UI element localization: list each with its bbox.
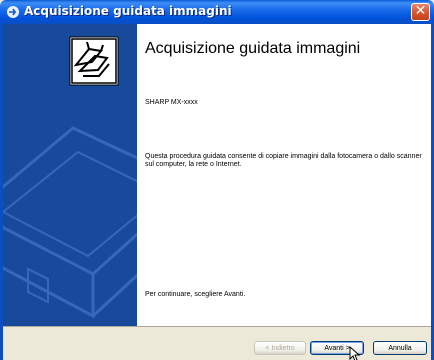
wizard-window: Acquisizione guidata immagini ✕ Acquisiz…	[0, 0, 434, 360]
back-button[interactable]: < Indietro	[254, 341, 306, 355]
cancel-button[interactable]: Annulla	[373, 341, 427, 355]
scanner-watermark-graphic	[3, 24, 137, 326]
wizard-logo-icon	[69, 36, 119, 86]
wizard-description: Questa procedura guidata consente di cop…	[145, 153, 422, 168]
button-bar	[3, 326, 431, 360]
wizard-side-panel	[3, 24, 137, 326]
device-name: SHARP MX-xxxx	[145, 99, 198, 106]
window-title: Acquisizione guidata immagini	[24, 4, 232, 18]
wizard-content: Acquisizione guidata immagini SHARP MX-x…	[137, 24, 431, 326]
close-icon: ✕	[414, 3, 427, 19]
close-button[interactable]: ✕	[411, 3, 430, 21]
title-bar[interactable]: Acquisizione guidata immagini ✕	[0, 0, 434, 24]
mouse-pointer-icon	[349, 346, 361, 360]
wizard-app-icon	[7, 6, 19, 18]
continue-instruction: Per continuare, scegliere Avanti.	[145, 291, 246, 298]
wizard-heading: Acquisizione guidata immagini	[145, 40, 361, 57]
